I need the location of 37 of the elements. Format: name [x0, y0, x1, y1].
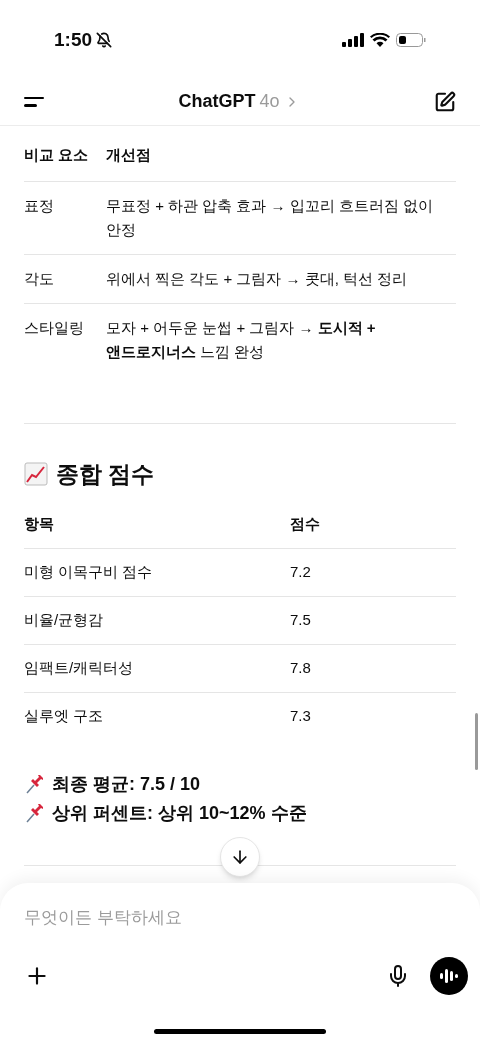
message-input[interactable]: 무엇이든 부탁하세요 — [24, 905, 456, 931]
scrollbar — [475, 713, 478, 770]
summary-line: 최종 평균: 7.5 / 10 — [52, 772, 201, 796]
table-cell-text: 7.2 — [290, 561, 311, 582]
column-header: 비교 요소 — [24, 145, 90, 165]
wifi-icon — [370, 33, 390, 47]
chart-icon — [24, 461, 48, 486]
table-cell-text: 각도 — [24, 268, 55, 289]
signal-icon — [342, 33, 364, 47]
pushpin-icon — [24, 773, 46, 795]
column-header: 개선점 — [106, 145, 151, 165]
table-cell-text: 비율/균형감 — [24, 609, 105, 630]
pushpin-icon — [24, 802, 46, 824]
edit-icon — [434, 90, 456, 113]
bell-off-icon — [96, 32, 113, 48]
table-cell-text: 임팩트/캐릭터성 — [24, 657, 135, 678]
table-cell-text: 실루엣 구조 — [24, 706, 105, 727]
scroll-down-button[interactable] — [220, 837, 260, 877]
table-cell-text: 표정 — [24, 195, 55, 216]
status-time: 1:50 — [54, 27, 93, 52]
table-cell-text: 무표정 + 하관 압축 효과 → 입꼬리 흐트러짐 없이 안정 — [106, 195, 435, 240]
column-header: 점수 — [290, 514, 320, 534]
model-selector[interactable]: ChatGPT 4o — [178, 88, 300, 115]
section-heading: 종합 점수 — [56, 459, 155, 489]
summary-line: 상위 퍼센트: 상위 10~12% 수준 — [52, 801, 307, 825]
column-header: 항목 — [24, 514, 55, 534]
table-cell-text: 모자 + 어두운 눈썹 + 그림자 → 도시적 + 앤드로지너스 느낌 완성 — [106, 317, 377, 362]
table-cell-text: 미형 이목구비 점수 — [24, 561, 154, 582]
table-cell-text: 스타일링 — [24, 317, 85, 338]
sound-wave-icon — [439, 966, 459, 985]
menu-button[interactable] — [22, 94, 46, 109]
table-cell-text: 7.3 — [290, 706, 311, 727]
table-cell-text: 7.8 — [290, 657, 311, 678]
voice-mode-button[interactable] — [430, 956, 468, 995]
table-cell-text: 7.5 — [290, 609, 311, 630]
table-cell-text: 위에서 찍은 각도 + 그림자 → 콧대, 턱선 정리 — [106, 268, 409, 289]
battery-icon — [396, 33, 426, 47]
